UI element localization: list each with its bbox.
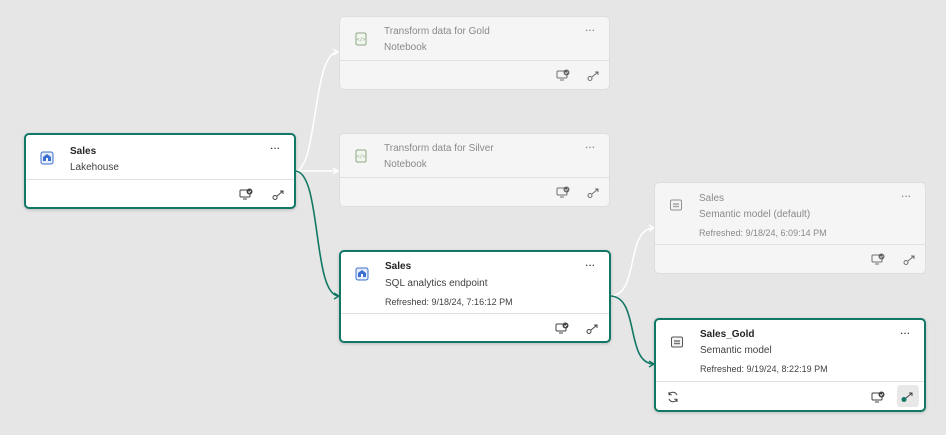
node-name: Sales [70,146,97,157]
refreshed-timestamp: Refreshed: 9/19/24, 8:22:19 PM [700,364,828,374]
lineage-icon [272,190,284,200]
refreshed-timestamp: Refreshed: 9/18/24, 6:09:14 PM [699,228,827,238]
node-name: Sales [699,193,725,204]
link-sql-to-semantic-default [609,224,656,297]
more-options-button[interactable]: ... [897,187,915,203]
monitor-icon [556,69,570,80]
link-sales-to-gold-notebook [294,48,340,172]
node-transform-silver[interactable]: </> Transform data for Silver Notebook .… [339,133,610,207]
lakehouse-icon [355,267,369,281]
node-type: Notebook [384,42,427,53]
lineage-icon [587,188,599,198]
more-options-button[interactable]: ... [266,139,284,155]
node-type: Semantic model [700,345,772,356]
node-type: Lakehouse [70,162,119,173]
node-semantic-model-default[interactable]: Sales Semantic model (default) Refreshed… [654,182,926,274]
node-name: Transform data for Silver [384,143,494,154]
node-transform-gold[interactable]: </> Transform data for Gold Notebook ... [339,16,610,90]
workspace-info-button[interactable] [236,184,256,204]
node-type: SQL analytics endpoint [385,278,488,289]
monitor-icon [556,186,570,197]
svg-text:</>: </> [356,154,365,160]
show-lineage-button[interactable] [584,182,604,202]
more-options-button[interactable]: ... [896,324,914,340]
node-name: Sales_Gold [700,329,755,340]
notebook-icon: </> [354,149,368,163]
lineage-icon [901,392,913,402]
show-lineage-button[interactable] [897,385,919,407]
divider [341,313,609,314]
node-type: Notebook [384,159,427,170]
node-sales-gold[interactable]: Sales_Gold Semantic model Refreshed: 9/1… [654,318,926,412]
workspace-info-button[interactable] [868,387,888,407]
link-sales-to-sql-endpoint [294,170,341,300]
divider [656,381,924,382]
more-options-button[interactable]: ... [581,21,599,37]
refresh-icon [668,391,678,403]
node-sales-lakehouse[interactable]: Sales Lakehouse ... [24,133,296,209]
show-lineage-button[interactable] [900,249,920,269]
more-options-button[interactable]: ... [581,138,599,154]
lineage-icon [587,71,599,81]
lineage-icon [903,255,915,265]
lakehouse-icon [40,151,54,165]
more-options-button[interactable]: ... [581,256,599,272]
svg-text:</>: </> [356,37,365,43]
node-name: Transform data for Gold [384,26,490,37]
lineage-icon [586,324,598,334]
divider [340,177,609,178]
workspace-info-button[interactable] [552,318,572,338]
semantic-model-icon [669,198,683,212]
workspace-info-button[interactable] [553,65,573,85]
show-lineage-button[interactable] [584,65,604,85]
node-name: Sales [385,261,412,272]
divider [340,60,609,61]
workspace-info-button[interactable] [868,249,888,269]
refresh-button[interactable] [663,387,683,407]
notebook-icon: </> [354,32,368,46]
divider [26,179,294,180]
node-type: Semantic model (default) [699,209,811,220]
monitor-icon [871,391,885,402]
link-sql-to-sales-gold [609,295,656,368]
monitor-icon [871,253,885,264]
semantic-model-icon [670,335,684,349]
show-lineage-button[interactable] [583,318,603,338]
monitor-icon [555,322,569,333]
show-lineage-button[interactable] [269,184,289,204]
node-sql-analytics-endpoint[interactable]: Sales SQL analytics endpoint Refreshed: … [339,250,611,343]
refreshed-timestamp: Refreshed: 9/18/24, 7:16:12 PM [385,297,513,307]
divider [655,244,925,245]
workspace-info-button[interactable] [553,182,573,202]
monitor-icon [239,188,253,199]
